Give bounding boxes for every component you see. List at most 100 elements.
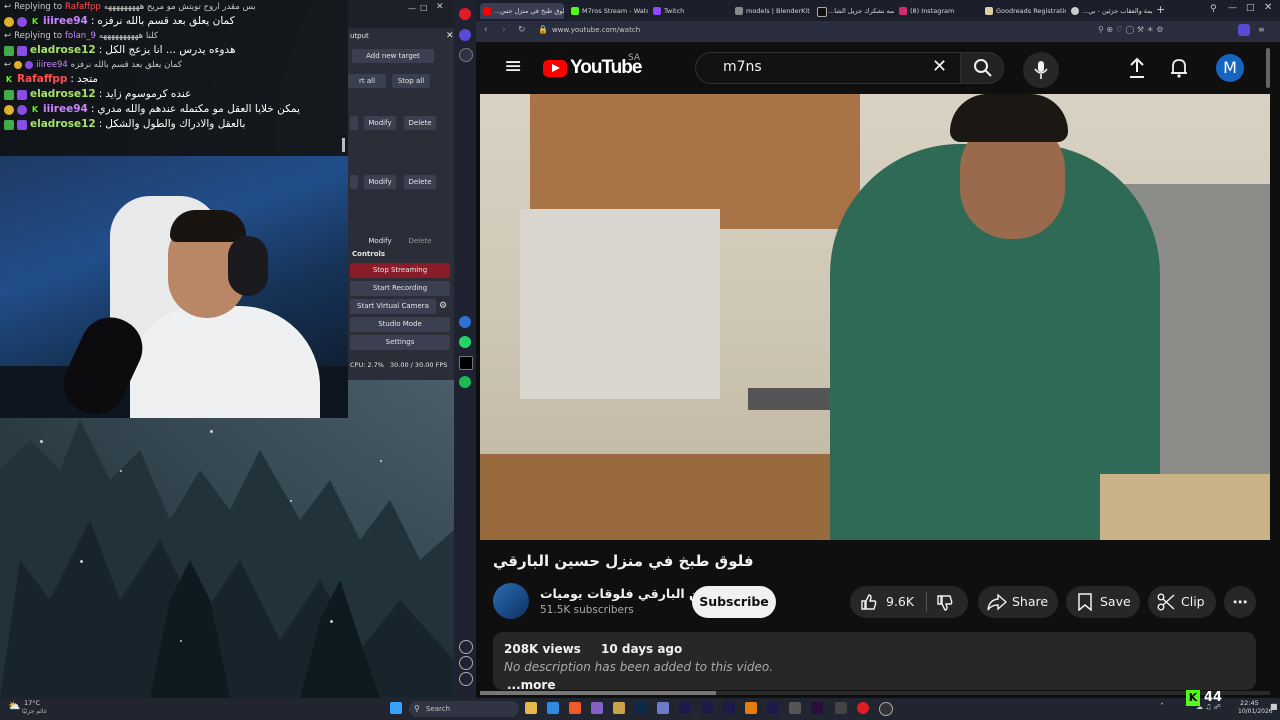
maximize-icon[interactable]: □: [1246, 3, 1255, 13]
tab-tiktok[interactable]: يا حلوسه نشكرك جزيل الشا...: [814, 3, 894, 19]
stop-streaming-button[interactable]: Stop Streaming: [350, 263, 450, 278]
tab-instagram[interactable]: (8) Instagram: [896, 3, 976, 19]
media-encoder-icon[interactable]: [723, 702, 735, 714]
reload-icon[interactable]: ↻: [518, 25, 526, 35]
forward-icon[interactable]: ›: [502, 25, 506, 35]
pin-icon[interactable]: [459, 48, 473, 62]
minimize-icon[interactable]: —: [408, 4, 416, 13]
channel-avatar[interactable]: [493, 583, 529, 619]
delete-button[interactable]: Delete: [404, 234, 436, 248]
delete-button[interactable]: Delete: [404, 175, 436, 189]
dislike-thumbs-down-icon[interactable]: [936, 594, 954, 612]
folder-icon[interactable]: [613, 702, 625, 714]
subscribe-button[interactable]: Subscribe: [692, 586, 776, 618]
start-virtual-camera-button[interactable]: Start Virtual Camera: [350, 299, 436, 314]
back-icon[interactable]: ‹: [484, 25, 488, 35]
app-icon[interactable]: [835, 702, 847, 714]
modify-button[interactable]: Modify: [364, 175, 396, 189]
x-icon[interactable]: [459, 356, 473, 370]
video-player[interactable]: [480, 94, 1270, 540]
voice-search-button[interactable]: [1023, 52, 1059, 88]
app-icon[interactable]: [657, 702, 669, 714]
blender-icon[interactable]: [745, 702, 757, 714]
hamburger-menu-icon[interactable]: ≡: [504, 54, 522, 79]
whatsapp-icon[interactable]: [459, 336, 471, 348]
settings-button[interactable]: Settings: [350, 335, 450, 350]
tab-m7ros-stream[interactable]: M7ros Stream - Watc...: [568, 3, 648, 19]
history-icon[interactable]: [459, 656, 473, 670]
heart-icon[interactable]: [459, 640, 473, 654]
youtube-logo-icon[interactable]: [543, 60, 567, 77]
scrollbar-thumb[interactable]: [480, 691, 716, 695]
tab-blenderkit[interactable]: models | BlenderKit: [732, 3, 812, 19]
user-avatar[interactable]: M: [1216, 54, 1244, 82]
weather-icon[interactable]: ⛅: [8, 701, 20, 712]
show-more-link[interactable]: ...more: [507, 678, 555, 692]
extensions-icon[interactable]: ⚲ ⊕ ♡ ◯ ⚒ ☀ ⚙: [1098, 25, 1163, 34]
clock-date[interactable]: 10/01/2026: [1238, 708, 1273, 715]
horizontal-scrollbar[interactable]: [480, 691, 1270, 695]
notifications-bell-icon[interactable]: [1169, 57, 1189, 79]
messenger-icon[interactable]: [459, 316, 471, 328]
new-tab-icon[interactable]: +: [1156, 3, 1165, 16]
close-panel-icon[interactable]: ✕: [446, 31, 454, 41]
target-row-1[interactable]: [350, 116, 358, 130]
start-all-button[interactable]: rt all: [348, 74, 386, 88]
tab-book[interactable]: الجريمة والعقاب جزئين - بي...: [1068, 3, 1152, 19]
file-explorer-icon[interactable]: [525, 702, 537, 714]
brave-icon[interactable]: [569, 702, 581, 714]
close-icon[interactable]: ✕: [1264, 2, 1272, 13]
target-row-2[interactable]: [350, 175, 358, 189]
tab-goodreads[interactable]: Goodreads Registration: [982, 3, 1066, 19]
box-icon[interactable]: [459, 672, 473, 686]
animate-icon[interactable]: [767, 702, 779, 714]
add-new-target-button[interactable]: Add new target: [352, 49, 434, 63]
photoshop-icon[interactable]: [635, 702, 647, 714]
visual-studio-icon[interactable]: [591, 702, 603, 714]
menu-icon[interactable]: ≡: [1258, 25, 1265, 34]
page-scrollbar[interactable]: [1266, 48, 1270, 88]
obs-icon[interactable]: [879, 702, 893, 716]
spotify-icon[interactable]: [459, 376, 471, 388]
opera-icon[interactable]: [857, 702, 869, 714]
clip-button[interactable]: Clip: [1148, 586, 1216, 618]
clear-search-icon[interactable]: ✕: [932, 56, 947, 77]
app-icon[interactable]: [789, 702, 801, 714]
notification-icon[interactable]: ■: [1270, 702, 1278, 711]
clock-time[interactable]: 22:45: [1240, 699, 1259, 707]
close-icon[interactable]: ✕: [436, 2, 444, 12]
after-effects-icon[interactable]: [679, 702, 691, 714]
maximize-icon[interactable]: □: [420, 3, 428, 12]
modify-button[interactable]: Modify: [364, 116, 396, 130]
more-actions-icon[interactable]: ⋯: [1224, 586, 1256, 618]
like-count[interactable]: 9.6K: [886, 586, 914, 618]
vscode-icon[interactable]: [547, 702, 559, 714]
start-recording-button[interactable]: Start Recording: [350, 281, 450, 296]
windows-start-icon[interactable]: [390, 702, 402, 714]
save-button[interactable]: Save: [1066, 586, 1140, 618]
search-button[interactable]: [960, 52, 1004, 84]
gear-icon[interactable]: ⚙: [439, 301, 447, 311]
network-volume-icons[interactable]: ☁ ♫ ☍: [1196, 703, 1221, 711]
stop-all-button[interactable]: Stop all: [392, 74, 430, 88]
modify-button[interactable]: Modify: [364, 234, 396, 248]
chat-scrollbar[interactable]: [342, 138, 345, 152]
upload-icon[interactable]: [1127, 57, 1147, 79]
description-box[interactable]: 208K views 10 days ago No description ha…: [493, 632, 1256, 692]
studio-mode-button[interactable]: Studio Mode: [350, 317, 450, 332]
tray-chevron-icon[interactable]: ˄: [1160, 702, 1164, 711]
tab-twitch[interactable]: Twitch: [650, 3, 730, 19]
minimize-icon[interactable]: —: [1228, 3, 1237, 13]
taskbar-search-input[interactable]: ⚲ Search: [409, 701, 519, 717]
search-input[interactable]: m7ns ✕: [695, 52, 973, 84]
audition-icon[interactable]: [701, 702, 713, 714]
opera-logo-icon[interactable]: [459, 8, 471, 20]
like-thumbs-up-icon[interactable]: [860, 593, 878, 611]
delete-button[interactable]: Delete: [404, 116, 436, 130]
url-field[interactable]: www.youtube.com/watch: [552, 26, 640, 34]
search-tabs-icon[interactable]: ⚲: [1210, 4, 1217, 14]
share-button[interactable]: Share: [978, 586, 1058, 618]
tab-youtube-video[interactable]: فلوق طبخ في منزل حس...: [480, 3, 564, 19]
premiere-icon[interactable]: [811, 702, 823, 714]
home-icon[interactable]: [459, 29, 471, 41]
